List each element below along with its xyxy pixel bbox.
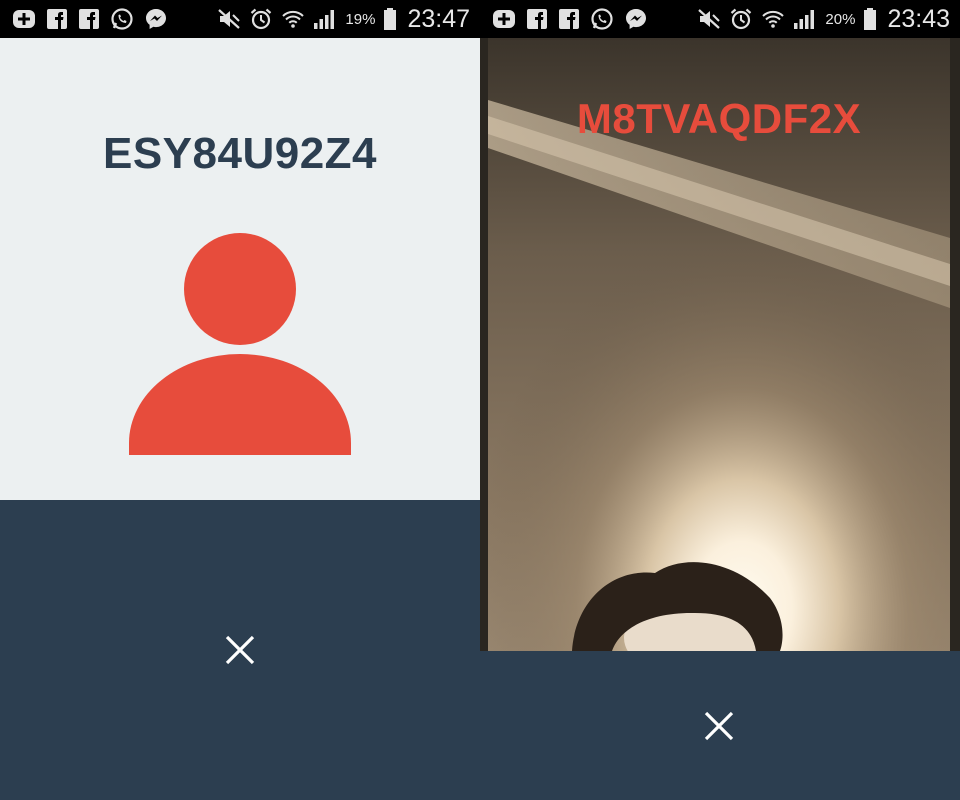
system-icons: 20% 23:43 bbox=[697, 5, 950, 34]
video-feed: M8TVAQDF2X bbox=[480, 38, 960, 651]
clock: 23:43 bbox=[887, 4, 950, 33]
facebook-icon bbox=[78, 8, 100, 30]
add-notification-icon bbox=[12, 8, 36, 30]
messenger-icon bbox=[144, 7, 168, 31]
messenger-icon bbox=[624, 7, 648, 31]
clock: 23:47 bbox=[407, 4, 470, 33]
alarm-icon bbox=[249, 7, 273, 31]
battery-percentage: 19% bbox=[345, 10, 376, 28]
whatsapp-icon bbox=[110, 7, 134, 31]
add-notification-icon bbox=[492, 8, 516, 30]
close-icon bbox=[704, 711, 734, 741]
notification-icons bbox=[12, 7, 168, 31]
battery-percentage: 20% bbox=[825, 10, 856, 28]
end-call-button[interactable] bbox=[687, 694, 751, 758]
system-icons: 19% 23:47 bbox=[217, 5, 470, 34]
battery-icon bbox=[863, 7, 877, 31]
end-call-button[interactable] bbox=[208, 618, 272, 682]
facebook-icon bbox=[46, 8, 68, 30]
call-controls bbox=[0, 500, 480, 800]
alarm-icon bbox=[729, 7, 753, 31]
status-bar: 19% 23:47 bbox=[0, 0, 480, 38]
caller-card: ESY84U92Z4 bbox=[0, 38, 480, 500]
wifi-icon bbox=[281, 7, 305, 31]
mute-icon bbox=[697, 8, 721, 30]
facebook-icon bbox=[526, 8, 548, 30]
notification-icons bbox=[492, 7, 648, 31]
video-call-screen: 20% 23:43 M8TVAQDF2X bbox=[480, 0, 960, 800]
facebook-icon bbox=[558, 8, 580, 30]
signal-icon bbox=[313, 8, 337, 30]
caller-id: M8TVAQDF2X bbox=[576, 95, 862, 142]
battery-icon bbox=[383, 7, 397, 31]
mute-icon bbox=[217, 8, 241, 30]
audio-call-screen: 19% 23:47 ESY84U92Z4 bbox=[0, 0, 480, 800]
wifi-icon bbox=[761, 7, 785, 31]
status-bar: 20% 23:43 bbox=[480, 0, 960, 38]
whatsapp-icon bbox=[590, 7, 614, 31]
call-controls bbox=[480, 651, 960, 800]
person-icon bbox=[129, 233, 351, 455]
signal-icon bbox=[793, 8, 817, 30]
close-icon bbox=[225, 635, 255, 665]
